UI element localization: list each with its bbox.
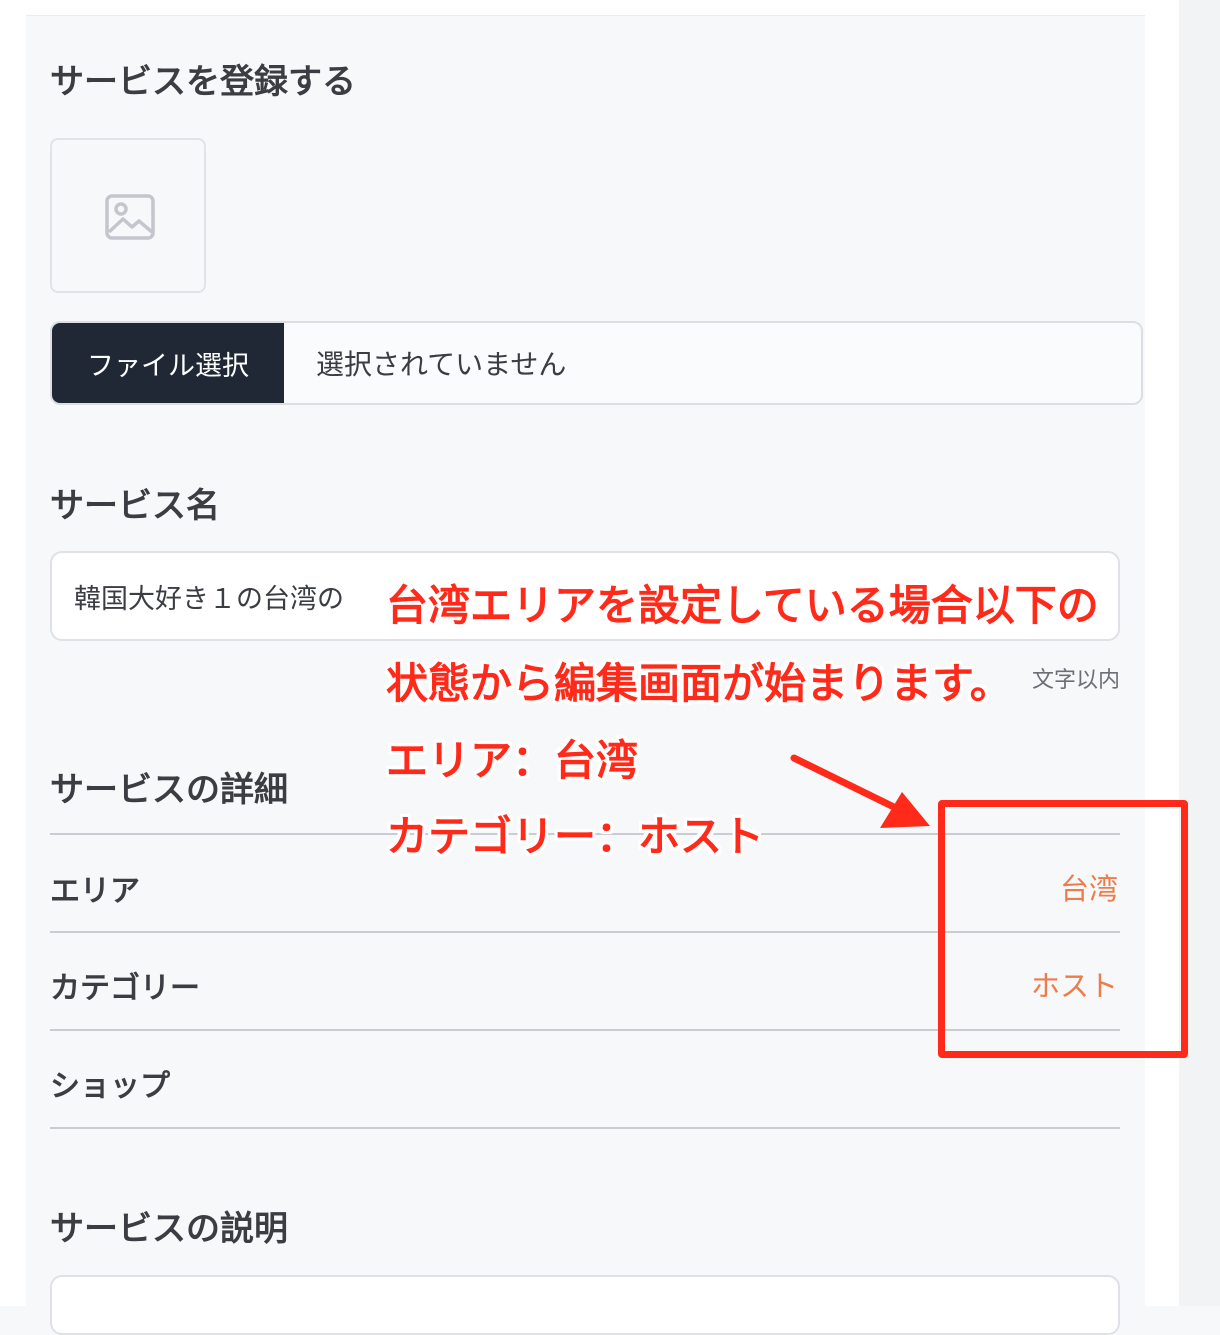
- file-status-text: 選択されていません: [316, 348, 567, 381]
- area-label: エリア: [50, 874, 140, 909]
- service-name-heading: サービス名: [50, 486, 220, 526]
- shop-label: ショップ: [50, 1069, 170, 1104]
- image-placeholder-icon: [105, 194, 155, 244]
- divider: [50, 1127, 1120, 1129]
- service-description-input[interactable]: [50, 1275, 1120, 1335]
- scroll-track: [1179, 0, 1220, 1306]
- annotation-arrow-icon: [790, 754, 930, 828]
- page-title: サービスを登録する: [50, 62, 356, 102]
- annotation-line-2: 状態から編集画面が始まります。: [386, 659, 1012, 708]
- service-details-heading: サービスの詳細: [50, 770, 288, 810]
- image-preview[interactable]: [50, 138, 206, 293]
- left-margin: [0, 0, 26, 1306]
- annotation-line-1: 台湾エリアを設定している場合以下の: [386, 581, 1099, 630]
- category-label: カテゴリー: [50, 971, 200, 1006]
- top-bar: [26, 0, 1145, 16]
- file-picker[interactable]: ファイル選択 選択されていません: [50, 321, 1143, 405]
- right-margin: [1145, 0, 1220, 1306]
- annotation-line-4: カテゴリー：ホスト: [386, 812, 765, 861]
- annotation-highlight-box: [938, 800, 1188, 1058]
- service-description-heading: サービスの説明: [50, 1209, 288, 1249]
- annotation-line-3: エリア：台湾: [386, 736, 639, 785]
- file-select-button[interactable]: ファイル選択: [52, 323, 284, 403]
